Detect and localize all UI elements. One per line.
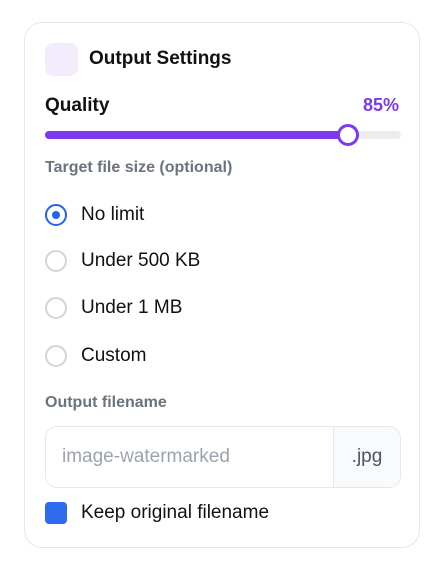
radio-label: Custom xyxy=(81,345,147,366)
radio-button[interactable] xyxy=(45,297,67,319)
settings-icon xyxy=(45,43,78,76)
keep-original-filename-option[interactable]: Keep original filename xyxy=(45,502,269,524)
filename-label: Output filename xyxy=(45,394,167,411)
filename-field-group: .jpg xyxy=(45,426,401,488)
filename-input[interactable] xyxy=(46,427,333,487)
file-extension-suffix: .jpg xyxy=(333,427,400,487)
radio-option-no-limit[interactable]: No limit xyxy=(45,202,144,228)
quality-slider[interactable] xyxy=(45,124,401,146)
quality-label: Quality xyxy=(45,95,110,116)
keep-original-checkbox[interactable] xyxy=(45,502,67,524)
quality-value: 85% xyxy=(362,95,399,115)
card-title: Output Settings xyxy=(89,48,232,69)
slider-fill xyxy=(45,131,348,139)
radio-label: Under 1 MB xyxy=(81,297,183,318)
radio-label: Under 500 KB xyxy=(81,250,201,271)
checkbox-label: Keep original filename xyxy=(81,502,270,523)
output-settings-card: Output Settings Quality 85% Target file … xyxy=(24,22,420,548)
radio-button[interactable] xyxy=(45,250,67,272)
radio-option-under-1mb[interactable]: Under 1 MB xyxy=(45,295,182,321)
slider-thumb[interactable] xyxy=(336,124,359,146)
radio-option-under-500kb[interactable]: Under 500 KB xyxy=(45,248,200,274)
radio-button[interactable] xyxy=(45,345,67,367)
radio-label: No limit xyxy=(81,204,145,225)
radio-button[interactable] xyxy=(45,204,67,226)
target-size-label: Target file size (optional) xyxy=(45,159,233,176)
radio-option-custom[interactable]: Custom xyxy=(45,343,146,369)
